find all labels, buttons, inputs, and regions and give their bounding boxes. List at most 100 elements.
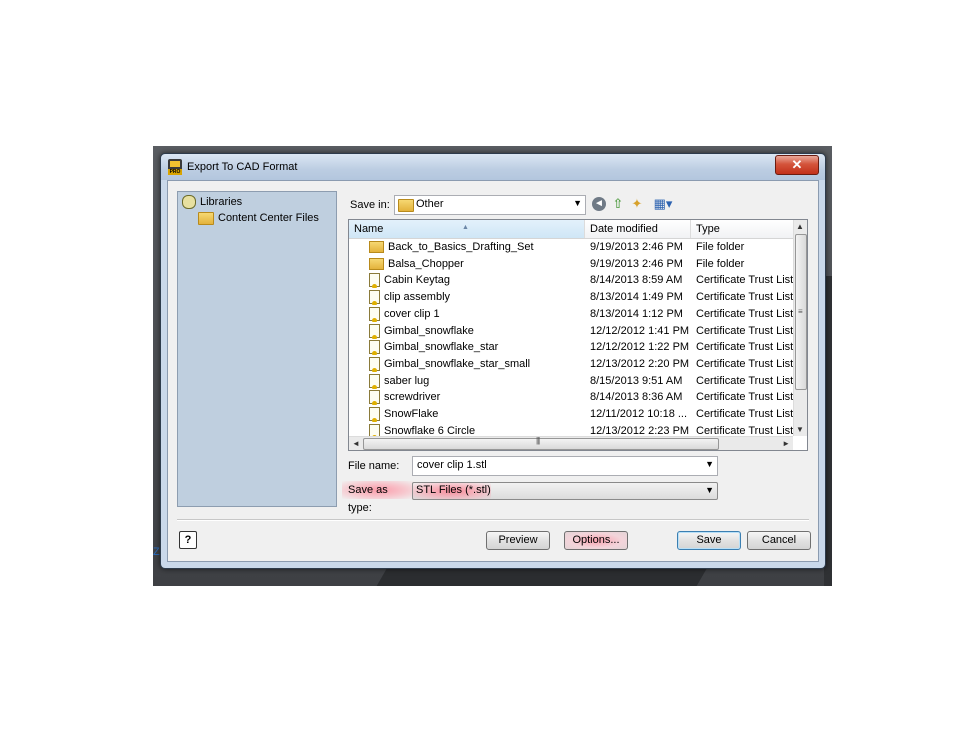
cancel-button[interactable]: Cancel	[747, 531, 811, 550]
file-name-text: screwdriver	[384, 391, 441, 404]
scroll-right-icon[interactable]: ►	[782, 439, 790, 448]
horizontal-scroll-thumb[interactable]: |||	[363, 436, 719, 450]
column-header-row: ▲ Name Date modified Type	[349, 220, 793, 239]
file-name-cell: Balsa_Chopper	[369, 256, 585, 272]
file-date-cell: 8/13/2014 1:12 PM	[590, 307, 683, 320]
file-icon	[369, 356, 380, 372]
file-name-input[interactable]: cover clip 1.stl ▼	[412, 456, 718, 476]
file-name-text: Back_to_Basics_Drafting_Set	[388, 241, 534, 253]
file-row[interactable]: Gimbal_snowflake_star_small 12/13/2012 2:…	[349, 356, 793, 372]
file-name-label: File name:	[348, 460, 400, 472]
save-as-type-dropdown[interactable]: STL Files (*.stl) ▼	[412, 482, 718, 500]
file-name-cell: clip assembly	[369, 289, 585, 306]
file-icon	[369, 273, 380, 289]
file-name-cell: screwdriver	[369, 389, 585, 406]
place-label: Libraries	[200, 196, 243, 208]
column-header-type[interactable]: Type	[691, 220, 796, 238]
file-name-cell: Gimbal_snowflake_star	[369, 339, 585, 356]
file-icon	[369, 340, 380, 356]
folder-icon	[369, 241, 384, 254]
file-name-text: cover clip 1	[384, 307, 440, 320]
scroll-down-icon[interactable]: ▼	[796, 425, 804, 434]
file-row[interactable]: Gimbal_snowflake_star 12/12/2012 1:22 PM C…	[349, 339, 793, 356]
scroll-left-icon[interactable]: ◄	[352, 439, 360, 448]
file-row[interactable]: saber lug 8/15/2013 9:51 AM Certificate Tr…	[349, 373, 793, 389]
back-icon[interactable]: ◄	[592, 197, 606, 211]
export-dialog: PRO Export To CAD Format ✕ Libraries Con…	[160, 153, 826, 569]
save-in-dropdown[interactable]: Other ▼	[394, 195, 586, 215]
up-folder-icon[interactable]: ⇧	[610, 196, 626, 212]
file-type-cell: Certificate Trust List	[696, 341, 793, 354]
places-bar: Libraries Content Center Files	[177, 191, 337, 507]
column-header-date[interactable]: Date modified	[585, 220, 691, 238]
column-header-name[interactable]: ▲ Name	[349, 220, 585, 238]
file-icon	[369, 323, 380, 339]
window-title: Export To CAD Format	[187, 161, 298, 173]
divider	[177, 519, 809, 521]
file-row[interactable]: Gimbal_snowflake 12/12/2012 1:41 PM Certif…	[349, 323, 793, 339]
file-row[interactable]: Balsa_Chopper 9/19/2013 2:46 PM File folde…	[349, 256, 793, 272]
dialog-client: Libraries Content Center Files Save in: …	[167, 180, 819, 562]
file-type-cell: Certificate Trust List	[696, 307, 793, 320]
file-name-text: Gimbal_snowflake_star	[384, 341, 499, 354]
file-type-cell: Certificate Trust List	[696, 274, 793, 287]
file-row[interactable]: cover clip 1 8/13/2014 1:12 PM Certificate…	[349, 306, 793, 322]
preview-button[interactable]: Preview	[486, 531, 550, 550]
file-name-text: Gimbal_snowflake_star_small	[384, 357, 531, 370]
column-header-label: Name	[354, 223, 384, 235]
save-button[interactable]: Save	[677, 531, 741, 550]
file-row[interactable]: Back_to_Basics_Drafting_Set 9/19/2013 2:4…	[349, 239, 793, 255]
file-date-cell: 12/13/2012 2:20 PM	[590, 357, 690, 370]
file-icon	[369, 306, 380, 322]
file-date-cell: 12/12/2012 1:22 PM	[590, 341, 690, 354]
horizontal-scrollbar[interactable]: ◄ ||| ►	[349, 436, 793, 450]
sort-arrow-icon: ▲	[462, 224, 469, 231]
file-name-text: SnowFlake	[384, 408, 439, 420]
folder-icon	[398, 199, 414, 212]
save-as-type-label: Save as type:	[342, 481, 414, 514]
pro-app-icon: PRO	[168, 159, 182, 175]
file-name-cell: Gimbal_snowflake	[369, 323, 585, 339]
view-menu-icon[interactable]: ▦▾	[650, 196, 676, 212]
help-button[interactable]: ?	[179, 531, 197, 549]
file-date-cell: 8/15/2013 9:51 AM	[590, 374, 683, 387]
file-row[interactable]: SnowFlake 12/11/2012 10:18 ... Certificate…	[349, 406, 793, 422]
file-date-cell: 12/12/2012 1:41 PM	[590, 324, 690, 337]
file-type-cell: Certificate Trust List	[696, 408, 793, 420]
folder-icon	[198, 211, 214, 225]
file-name-cell: saber lug	[369, 373, 585, 389]
file-date-cell: 8/14/2013 8:59 AM	[590, 274, 683, 287]
place-content-center-files[interactable]: Content Center Files	[198, 210, 319, 226]
chevron-down-icon: ▼	[573, 198, 582, 208]
file-name-text: clip assembly	[384, 291, 451, 304]
help-icon: ?	[184, 534, 192, 546]
file-name-cell: Back_to_Basics_Drafting_Set	[369, 239, 585, 255]
library-icon	[182, 195, 196, 210]
file-name-text: Cabin Keytag	[384, 274, 451, 287]
title-bar[interactable]: PRO Export To CAD Format ✕	[161, 154, 825, 180]
chevron-down-icon: ▼	[705, 485, 714, 495]
file-icon	[369, 290, 380, 306]
file-type-cell: Certificate Trust List	[696, 374, 793, 387]
file-row[interactable]: clip assembly 8/13/2014 1:49 PM Certificat…	[349, 289, 793, 306]
file-type-cell: Certificate Trust List	[696, 291, 793, 304]
file-row[interactable]: Cabin Keytag 8/14/2013 8:59 AM Certificate…	[349, 272, 793, 289]
file-name-value: cover clip 1.stl	[417, 459, 487, 471]
place-libraries[interactable]: Libraries	[182, 194, 242, 210]
options-button[interactable]: Options...	[564, 531, 628, 550]
scroll-up-icon[interactable]: ▲	[796, 222, 804, 231]
place-label: Content Center Files	[218, 212, 319, 224]
vertical-scroll-thumb[interactable]: ≡	[795, 234, 807, 390]
vertical-scrollbar[interactable]: ▲ ≡ ▼	[793, 220, 807, 436]
file-date-cell: 9/19/2013 2:46 PM	[590, 257, 683, 270]
file-list[interactable]: ▲ Name Date modified Type Back_to_Basics…	[348, 219, 808, 451]
file-name-text: Balsa_Chopper	[388, 257, 464, 270]
close-button[interactable]: ✕	[775, 155, 819, 175]
file-date-cell: 8/13/2014 1:49 PM	[590, 291, 683, 304]
chevron-down-icon[interactable]: ▼	[705, 459, 714, 469]
file-type-cell: Certificate Trust List	[696, 324, 793, 337]
file-row[interactable]: screwdriver 8/14/2013 8:36 AM Certificate …	[349, 389, 793, 406]
background-fragment-text: Z	[153, 546, 160, 558]
file-type-cell: Certificate Trust List	[696, 391, 793, 404]
new-folder-icon[interactable]: ✦	[629, 196, 645, 212]
